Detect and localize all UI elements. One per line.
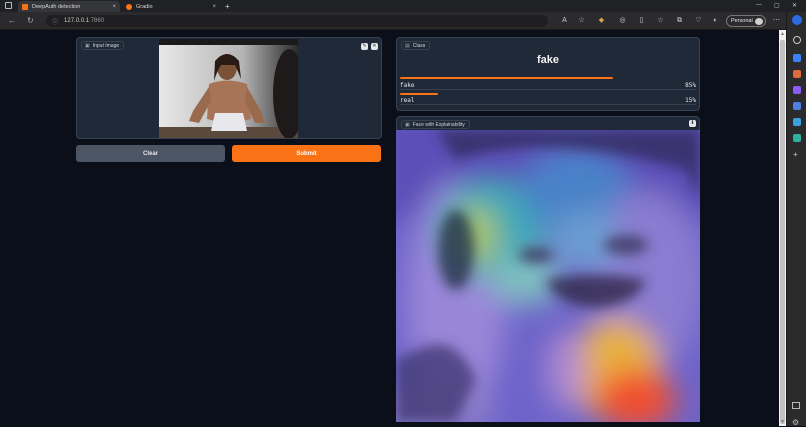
gradio-favicon-icon xyxy=(22,3,28,10)
tab-title: Gradio xyxy=(136,3,153,10)
minimize-icon[interactable]: — xyxy=(756,2,762,8)
clear-image-button[interactable]: ✕ xyxy=(371,43,378,50)
fake-confidence-row[interactable]: fake 85% xyxy=(400,82,696,90)
tab-gradio[interactable]: Gradio × xyxy=(122,1,220,12)
image-icon: ▣ xyxy=(85,42,90,49)
edge-sidebar: + ⚙ xyxy=(786,12,806,427)
scroll-down-icon[interactable]: ▼ xyxy=(779,419,786,425)
favorite-star-icon[interactable]: ☆ xyxy=(577,16,586,25)
tab-close-icon[interactable]: × xyxy=(112,4,116,10)
download-icon[interactable]: ⬇ xyxy=(689,120,696,127)
reload-icon[interactable]: ↻ xyxy=(27,17,34,25)
maximize-icon[interactable]: ▢ xyxy=(774,2,780,9)
input-image[interactable] xyxy=(159,39,298,138)
scrollbar-thumb[interactable] xyxy=(780,40,785,424)
input-image-label: ▣ Input Image xyxy=(81,41,125,50)
page-scrollbar[interactable]: ▲ ▼ xyxy=(779,30,786,426)
avatar xyxy=(755,18,763,25)
profile-button[interactable]: Personal xyxy=(726,15,766,27)
split-screen-icon[interactable]: ▯ xyxy=(637,16,646,25)
image-icon: ▣ xyxy=(405,121,410,128)
tab-deepauth[interactable]: DeepAuth detection × xyxy=(18,1,120,12)
shopping-icon[interactable] xyxy=(793,54,801,62)
gradio-favicon-icon xyxy=(126,3,132,10)
explainability-heatmap xyxy=(396,130,700,422)
microsoft-365-icon[interactable] xyxy=(793,102,801,110)
url-host: 127.0.0.1 xyxy=(64,18,90,24)
scroll-up-icon[interactable]: ▲ xyxy=(779,31,786,37)
performance-icon[interactable]: ◐ xyxy=(711,16,720,25)
bing-chat-icon[interactable] xyxy=(792,15,802,25)
real-confidence-bar xyxy=(400,93,438,95)
outlook-icon[interactable] xyxy=(793,118,801,126)
edit-image-button[interactable]: ✎ xyxy=(361,43,368,50)
heatmap-image xyxy=(396,130,700,422)
profile-label: Personal xyxy=(731,18,753,24)
hide-sidebar-icon[interactable] xyxy=(792,402,800,409)
tab-actions-icon[interactable] xyxy=(5,2,12,9)
more-menu-icon[interactable]: ⋯ xyxy=(772,16,781,25)
submit-button[interactable]: Submit xyxy=(232,145,381,162)
label-icon: ▤ xyxy=(405,42,410,49)
panel-label-text: Class xyxy=(412,42,426,49)
tab-close-icon[interactable]: × xyxy=(212,4,216,10)
confidence-percent: 15% xyxy=(685,97,696,104)
confidence-percent: 85% xyxy=(685,82,696,89)
info-icon[interactable]: ⓘ xyxy=(52,17,58,26)
copilot-icon[interactable]: ♡ xyxy=(694,16,703,25)
tools-icon[interactable] xyxy=(793,70,801,78)
drop-icon[interactable] xyxy=(793,134,801,142)
url-port: :7860 xyxy=(89,18,105,24)
browser-toolbar: ← ↻ ⓘ 127.0.0.1:7860 A ☆ ◆ ◎ ▯ ☆ ⧉ ♡ ◐ P… xyxy=(0,12,806,30)
input-photo xyxy=(159,39,298,138)
clear-button[interactable]: Clear xyxy=(76,145,225,162)
real-confidence-row[interactable]: real 15% xyxy=(400,97,696,105)
confidence-label: real xyxy=(400,97,415,104)
browser-essentials-icon[interactable]: ◎ xyxy=(618,16,627,25)
panel-label-text: Input Image xyxy=(92,42,120,49)
class-label: ▤ Class xyxy=(401,41,431,50)
read-aloud-icon[interactable]: A xyxy=(560,16,569,25)
panel-label-text: Face with Explainability xyxy=(412,121,465,128)
games-icon[interactable] xyxy=(793,86,801,94)
search-icon[interactable] xyxy=(793,36,801,44)
browser-tab-bar: DeepAuth detection × Gradio × + — ▢ ✕ xyxy=(0,0,806,12)
confidence-label: fake xyxy=(400,82,415,89)
address-bar[interactable]: ⓘ 127.0.0.1:7860 xyxy=(46,15,548,27)
explainability-label: ▣ Face with Explainability xyxy=(401,120,470,129)
window-close-icon[interactable]: ✕ xyxy=(792,2,797,9)
new-tab-button[interactable]: + xyxy=(223,1,235,12)
back-icon[interactable]: ← xyxy=(8,17,16,25)
tab-title: DeepAuth detection xyxy=(32,3,81,10)
fake-confidence-bar xyxy=(400,77,613,79)
extension-icon[interactable]: ◆ xyxy=(597,16,606,25)
predicted-class: fake xyxy=(536,54,560,66)
add-sidebar-app-icon[interactable]: + xyxy=(793,150,798,159)
favorites-icon[interactable]: ☆ xyxy=(656,16,665,25)
collections-icon[interactable]: ⧉ xyxy=(675,16,684,25)
